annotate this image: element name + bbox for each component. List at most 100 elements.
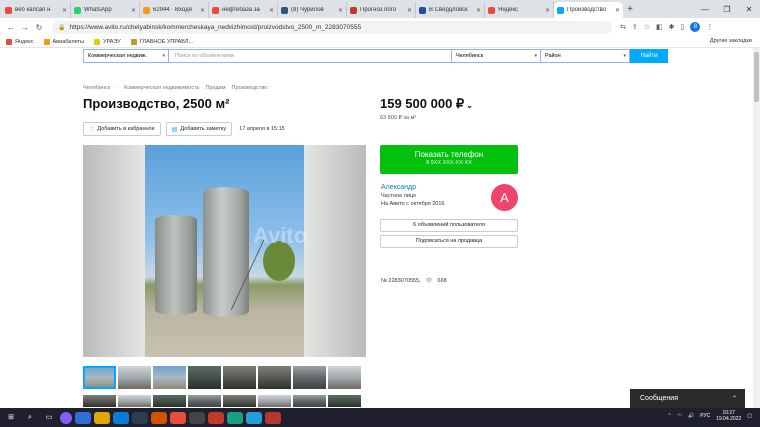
browser-tab[interactable]: В Свердловск ✕ [416,2,485,18]
chevron-down-icon: ▾ [534,53,537,59]
thumbnail[interactable] [118,395,151,407]
category-select[interactable]: Коммерческая недвиж. ▾ [83,49,169,63]
tab-close-icon[interactable]: ✕ [338,7,343,14]
close-window-icon[interactable]: ✕ [738,5,760,14]
show-phone-button[interactable]: Показать телефон 8 9XX XXX-XX-XX [380,145,518,174]
bookmark-item[interactable]: ГЛАВНОЕ УПРАВЛ... [130,38,193,45]
subscribe-button[interactable]: Подписаться на продавца [380,235,518,248]
tab-close-icon[interactable]: ✕ [407,7,412,14]
chevron-up-icon[interactable]: ⌃ [667,413,671,419]
photo-gallery[interactable]: Avito [83,145,366,357]
minimize-icon[interactable]: — [694,5,716,14]
extension-icon[interactable]: ◧ [656,23,663,31]
app-icon-blue[interactable] [75,411,91,424]
thumbnail[interactable] [328,366,361,389]
tab-close-icon[interactable]: ✕ [200,7,205,14]
sidepanel-icon[interactable]: ▯ [681,23,685,31]
tab-close-icon[interactable]: ✕ [615,7,620,14]
clock[interactable]: 10:27 19.04.2022 [716,410,741,422]
app-icon-orange[interactable] [151,411,167,424]
app-icon-maroon[interactable] [265,411,281,424]
chevron-down-icon[interactable]: ⌄ [466,101,473,110]
breadcrumb-item[interactable]: Продам [206,85,226,91]
scrollbar[interactable] [753,48,760,408]
breadcrumb-item[interactable]: Коммерческая недвижимость [124,85,200,91]
app-icon-red[interactable] [208,411,224,424]
search-icon[interactable]: ⌕ [22,412,38,424]
thumbnail[interactable] [153,395,186,407]
breadcrumb-item[interactable]: Челябинск [83,85,110,91]
tab-close-icon[interactable]: ✕ [269,7,274,14]
tab-close-icon[interactable]: ✕ [131,7,136,14]
thumbnail[interactable] [293,395,326,407]
browser-tab[interactable]: Яндекс ✕ [485,2,554,18]
task-view-icon[interactable]: ▭ [41,412,57,424]
puzzle-icon[interactable]: ✱ [669,23,675,31]
bookmark-item[interactable]: Авиабилеты [43,38,84,45]
tab-close-icon[interactable]: ✕ [62,7,67,14]
seller-name[interactable]: Александр [381,184,444,191]
edge-icon[interactable] [113,411,129,424]
thumbnail[interactable] [223,395,256,407]
back-icon[interactable]: ← [4,23,18,32]
browser-tab[interactable]: нефтебаза за ✕ [209,2,278,18]
thumbnail[interactable] [258,366,291,389]
app-icon-purple[interactable] [60,411,72,424]
main-photo[interactable]: Avito [145,145,307,357]
tab-close-icon[interactable]: ✕ [545,7,550,14]
bookmark-item[interactable]: Яндекс [6,38,34,45]
thumbnail[interactable] [83,395,116,407]
maximize-icon[interactable]: ❐ [716,5,738,14]
search-button[interactable]: Найти [630,49,668,63]
profile-avatar[interactable]: 8 [690,22,701,32]
translate-icon[interactable]: ⇆ [620,23,626,31]
thumbnail[interactable] [293,366,326,389]
browser-tab[interactable]: WhatsApp ✕ [71,2,140,18]
bookmark-item[interactable]: УРАЭУ [94,38,121,45]
browser-tab[interactable]: веб капсап н ✕ [2,2,71,18]
url-field[interactable]: 🔒 https://www.avito.ru/chelyabinsk/komme… [52,20,612,34]
telegram-icon[interactable] [246,411,262,424]
volume-icon[interactable]: 🔊 [688,413,694,419]
scrollbar-thumb[interactable] [754,52,759,102]
folder-icon[interactable] [94,411,110,424]
tab-close-icon[interactable]: ✕ [476,7,481,14]
messages-notification[interactable]: Сообщения ⌃ [630,389,745,408]
thumbnail[interactable] [258,395,291,407]
windows-start-icon[interactable]: ⊞ [3,412,19,424]
thumbnail[interactable] [83,366,116,389]
browser-tab[interactable]: 62944 · Входя ✕ [140,2,209,18]
thumbnail[interactable] [188,366,221,389]
browser-tab[interactable]: (8) Чурилов ✕ [278,2,347,18]
star-icon[interactable]: ☆ [644,23,650,31]
browser-tab[interactable]: Прогноз пого ✕ [347,2,416,18]
chevron-up-icon[interactable]: ⌃ [732,395,737,402]
district-select[interactable]: Район ▾ [541,49,630,63]
share-icon[interactable]: ⇪ [632,23,638,31]
user-listings-button[interactable]: 6 объявлений пользователя [380,219,518,232]
app-icon-gray[interactable] [189,411,205,424]
reload-icon[interactable]: ↻ [32,23,46,32]
thumbnail[interactable] [188,395,221,407]
search-input[interactable]: Поиск по объявлениям [169,49,452,63]
language-indicator[interactable]: РУС [700,413,710,419]
thumbnail[interactable] [223,366,256,389]
avatar[interactable]: А [491,184,518,211]
thumbnail[interactable] [328,395,361,407]
other-bookmarks[interactable]: Другие закладки [710,38,752,44]
browser-tab[interactable]: Производство ✕ [554,2,623,18]
city-select[interactable]: Челябинск ▾ [452,49,541,63]
favorite-button[interactable]: ♡ Добавить в избранное [83,122,161,136]
note-button[interactable]: ▤ Добавить заметку [165,122,233,136]
notification-icon[interactable]: ▢ [747,413,752,419]
network-icon[interactable]: ◠ [678,413,682,419]
forward-icon[interactable]: → [18,23,32,32]
app-icon-dark[interactable] [132,411,148,424]
thumbnail[interactable] [153,366,186,389]
breadcrumb-item[interactable]: Производство [232,85,268,91]
new-tab-button[interactable]: + [623,2,637,18]
chrome-icon[interactable] [227,411,243,424]
thumbnail[interactable] [118,366,151,389]
menu-icon[interactable]: ⋮ [706,23,713,31]
yandex-icon[interactable] [170,411,186,424]
